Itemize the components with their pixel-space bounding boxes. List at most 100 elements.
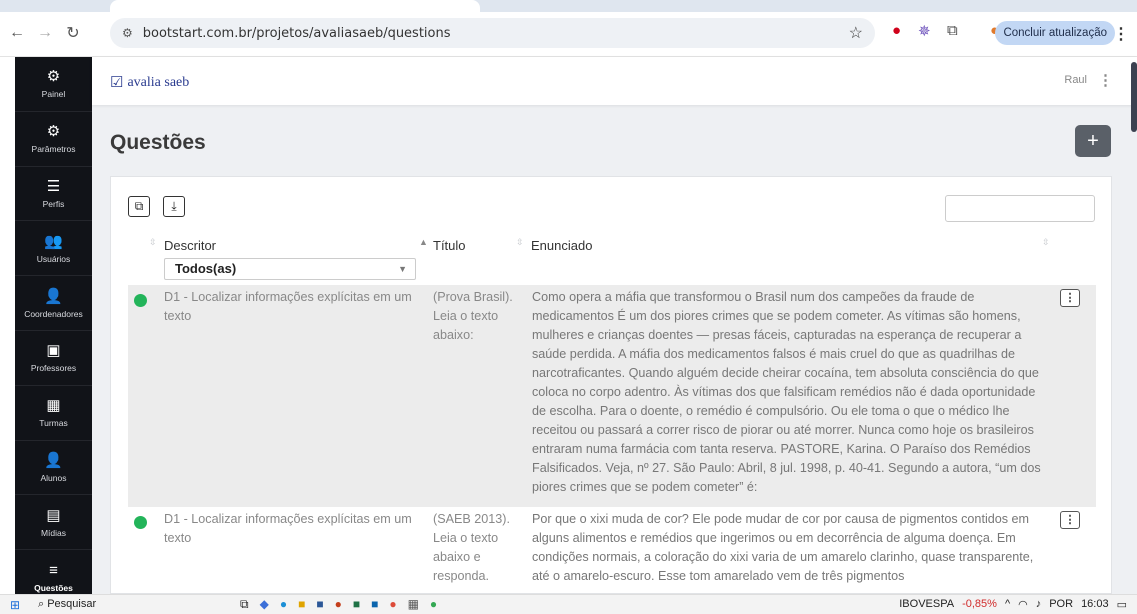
extension-gear-icon[interactable]: ✵ [918,22,931,40]
address-bar[interactable]: ⚙ bootstart.com.br/projetos/avaliasaeb/q… [110,18,875,48]
sidebar-item-label: Coordenadores [24,308,83,319]
sidebar-item-usuarios[interactable]: 👥 Usuários [15,221,92,277]
back-icon[interactable]: ← [6,22,28,44]
calculator-icon[interactable]: ▦ [408,597,419,612]
row-actions-button[interactable]: ⋮ [1060,511,1080,529]
active-tab[interactable] [110,0,480,12]
scrollbar-thumb[interactable] [1131,62,1137,132]
user-name[interactable]: Raul [1064,74,1087,86]
volume-icon[interactable]: ♪ [1036,598,1042,611]
student-icon: 👤 [44,451,63,469]
powerpoint-icon[interactable]: ● [335,597,342,612]
browser-chrome: ← → ↻ ⚙ bootstart.com.br/projetos/avalia… [0,0,1137,57]
task-view-icon[interactable]: ⧉ [240,597,249,612]
windows-taskbar: ⊞ ⌕ Pesquisar ⧉ ◆ ● ■ ■ ● ■ ■ ● ▦ ● IBOV… [0,594,1137,614]
sidebar-item-midias[interactable]: ▤ Mídias [15,495,92,551]
taskbar-search[interactable]: ⌕ Pesquisar [38,598,96,611]
excel-icon[interactable]: ■ [353,597,360,612]
cell-titulo: (Prova Brasil). Leia o texto abaixo: [433,290,513,342]
sort-asc-icon[interactable]: ▲ [419,237,428,247]
outlook-icon[interactable]: ■ [371,597,378,612]
sidebar-item-coordenadores[interactable]: 👤 Coordenadores [15,276,92,331]
wifi-icon[interactable]: ◠ [1018,598,1028,611]
sidebar-item-label: Mídias [40,527,67,538]
sort-icon[interactable]: ⇳ [516,237,524,248]
user-menu-icon[interactable]: ⋮ [1098,71,1113,89]
header-descritor[interactable]: Descritor [164,238,216,253]
header-titulo[interactable]: Título [433,238,466,253]
sidebar-item-painel[interactable]: ⚙ Painel [15,57,92,112]
table-row[interactable]: D1 - Localizar informações explícitas em… [128,507,1096,593]
cell-descritor: D1 - Localizar informações explícitas em… [164,290,412,323]
tab-strip [0,0,1137,12]
browser-menu-icon[interactable]: ⋮ [1113,24,1129,44]
edge-icon[interactable]: ● [280,597,287,612]
sidebar-item-label: Questões [34,582,73,593]
file-explorer-icon[interactable]: ■ [298,597,305,612]
add-question-button[interactable]: + [1075,125,1111,157]
sidebar-item-label: Professores [30,363,77,374]
download-icon: ⤓ [171,199,177,213]
copy-button[interactable]: ⧉ [128,196,150,217]
left-gutter [0,57,15,594]
sidebar-item-label: Parâmetros [31,144,76,155]
sidebar-item-turmas[interactable]: ▦ Turmas [15,386,92,441]
search-input[interactable] [945,195,1095,222]
user-tie-icon: 👤 [44,287,63,305]
extensions-puzzle-icon[interactable]: ⧉ [947,22,958,39]
chevron-down-icon: ▼ [398,264,407,274]
taskbar-search-label: Pesquisar [47,598,97,610]
chrome-active-icon[interactable]: ● [430,597,437,612]
chalkboard-icon: ▣ [46,342,61,360]
cell-descritor: D1 - Localizar informações explícitas em… [164,512,412,545]
dashboard-icon: ⚙ [46,68,61,86]
pinterest-extension-icon[interactable]: ● [892,22,901,39]
gears-icon: ⚙ [46,123,61,141]
ticker-name[interactable]: IBOVESPA [899,598,954,611]
language-indicator[interactable]: POR [1049,598,1073,611]
status-active-icon [134,294,147,307]
bookmark-star-icon[interactable]: ☆ [849,23,863,43]
chrome-icon[interactable]: ● [389,597,396,612]
questions-icon: ≡ [49,561,58,579]
users-icon: 👥 [44,232,63,250]
search-icon: ⌕ [38,598,48,610]
tray-chevron-icon[interactable]: ^ [1005,598,1010,611]
header-enunciado[interactable]: Enunciado [531,238,592,253]
sidebar-item-alunos[interactable]: 👤 Alunos [15,441,92,496]
reload-icon[interactable]: ↻ [62,22,84,44]
notifications-icon[interactable]: ▭ [1117,598,1127,611]
status-active-icon [134,516,147,529]
url-text: bootstart.com.br/projetos/avaliasaeb/que… [142,25,451,41]
questions-card: ⧉ ⤓ ⇳ Descritor ▲ Título ⇳ Enunciado ⇳ T… [110,176,1112,594]
system-tray: IBOVESPA -0,85% ^ ◠ ♪ POR 16:03 ▭ [899,598,1127,611]
site-settings-icon[interactable]: ⚙ [122,26,133,40]
clock[interactable]: 16:03 [1081,598,1109,611]
word-icon[interactable]: ■ [316,597,323,612]
windows-start-icon[interactable]: ⊞ [10,598,20,612]
filter-value: Todos(as) [175,261,237,276]
plus-icon: + [1087,129,1099,152]
sidebar-item-label: Painel [41,89,66,100]
table-row[interactable]: D1 - Localizar informações explícitas em… [128,285,1096,507]
class-icon: ▦ [46,397,61,415]
page-title: Questões [110,131,206,154]
descritor-filter-select[interactable]: Todos(as) ▼ [164,258,416,280]
sidebar-item-parametros[interactable]: ⚙ Parâmetros [15,112,92,167]
update-button[interactable]: Concluir atualização [995,21,1115,45]
sort-icon[interactable]: ⇳ [149,237,157,248]
sidebar-item-perfis[interactable]: ☰ Perfis [15,167,92,222]
row-actions-button[interactable]: ⋮ [1060,289,1080,307]
cell-enunciado: Por que o xixi muda de cor? Ele pode mud… [532,512,1034,583]
copy-icon: ⧉ [134,199,144,213]
sidebar-item-label: Usuários [36,253,71,264]
copilot-icon[interactable]: ◆ [260,597,269,612]
forward-icon[interactable]: → [34,22,56,44]
brand-name: avalia saeb [127,74,190,90]
download-button[interactable]: ⤓ [163,196,185,217]
sort-icon[interactable]: ⇳ [1042,237,1050,248]
navigation-bar: ← → ↻ ⚙ bootstart.com.br/projetos/avalia… [0,18,1137,48]
sidebar-item-professores[interactable]: ▣ Professores [15,331,92,386]
media-icon: ▤ [46,506,61,524]
brand-logo[interactable]: ☑ avalia saeb [110,73,189,92]
